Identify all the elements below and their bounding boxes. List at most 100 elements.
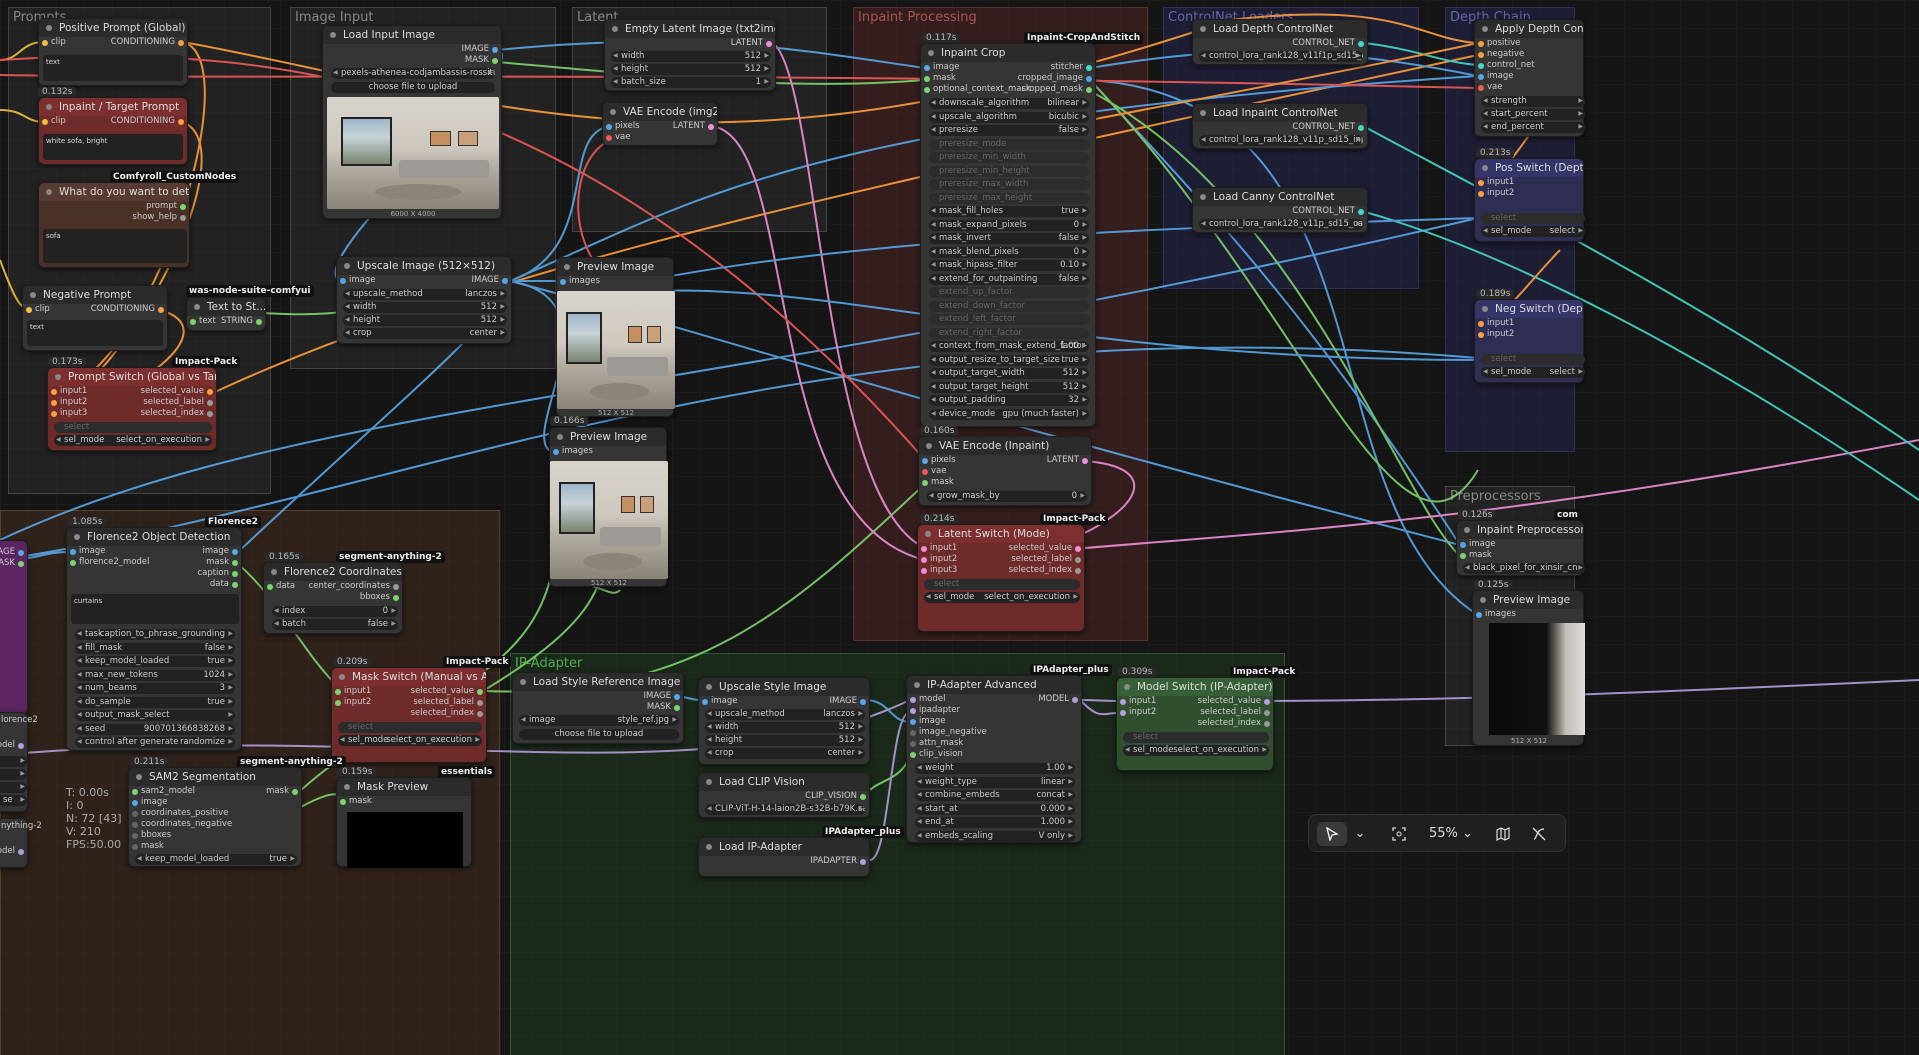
input2-socket[interactable] <box>921 557 927 563</box>
sel-mode-widget[interactable]: sel_mode select <box>1481 367 1585 378</box>
node-upscale-image[interactable]: Upscale Image (512×512) image IMAGE upsca… <box>336 256 512 344</box>
node-neg-switch[interactable]: Neg Switch (Depth) input1 input2 select … <box>1474 299 1585 383</box>
upscale-method-widget[interactable]: upscale_method lanczos <box>705 709 865 720</box>
bboxes-input-socket[interactable] <box>132 833 138 839</box>
stitcher-output-socket[interactable] <box>1086 65 1092 71</box>
input1-socket[interactable] <box>1120 699 1126 705</box>
preprocessor-mode-widget[interactable]: black_pixel_for_xinsir_cn <box>1463 563 1585 574</box>
controlnet-input-socket[interactable] <box>1478 63 1484 69</box>
image-input-socket[interactable] <box>132 800 138 806</box>
coords-negative-socket[interactable] <box>132 822 138 828</box>
image-negative-socket[interactable] <box>910 730 916 736</box>
controlnet-select[interactable]: control_lora_rank128_v11p_sd15_inpaint..… <box>1199 135 1363 146</box>
minimap-button[interactable] <box>1491 822 1515 846</box>
widget-context-from-mask-extend-factor[interactable]: context_from_mask_extend_factor1.00 <box>929 341 1089 352</box>
image-input-socket[interactable] <box>924 65 930 71</box>
selected-label-socket[interactable] <box>207 400 213 406</box>
widget-output-target-height[interactable]: output_target_height 512 <box>929 381 1089 393</box>
node-text-to-string[interactable]: Text to St... text STRING <box>186 297 266 331</box>
widget-num-beams[interactable]: num_beams 3 <box>75 683 235 694</box>
clip-vision-select[interactable]: CLIP-ViT-H-14-laion2B-s32B-b79K.saf... <box>705 804 865 815</box>
selected-label-socket[interactable] <box>1075 557 1081 563</box>
image-file-select[interactable]: pexels-athenea-codjambassis-rossitto ... <box>331 68 495 79</box>
widget-mask-expand-pixels[interactable]: mask_expand_pixels 0 <box>929 219 1089 231</box>
mask-input-socket[interactable] <box>924 76 930 82</box>
input2-socket[interactable] <box>1120 710 1126 716</box>
image-output-socket[interactable] <box>492 47 498 53</box>
width-widget[interactable]: width 512 <box>611 51 771 62</box>
model-output-socket[interactable] <box>18 849 24 855</box>
upscale-method-widget[interactable]: upscale_method lanczos <box>343 289 507 300</box>
node-ipadapter-advanced[interactable]: IP-Adapter Advanced model MODEL ipadapter… <box>906 675 1082 843</box>
ipadapter-input-socket[interactable] <box>910 708 916 714</box>
input1-socket[interactable] <box>1478 321 1484 327</box>
mask-output-socket[interactable] <box>18 561 24 567</box>
widget-preresize-mode[interactable]: preresize_mode <box>929 138 1089 150</box>
batch-size-widget[interactable]: batch_size 1 <box>611 77 771 88</box>
controlnet-output-socket[interactable] <box>1358 209 1364 215</box>
node-load-style-reference[interactable]: Load Style Reference Image IMAGE MASK im… <box>512 672 684 744</box>
batch-widget[interactable]: batch false <box>272 619 398 630</box>
data-input-socket[interactable] <box>267 584 273 590</box>
select-widget[interactable]: select <box>1481 354 1585 365</box>
mask-output-socket[interactable] <box>674 705 680 711</box>
height-widget[interactable]: height 512 <box>611 64 771 75</box>
input1-socket[interactable] <box>921 546 927 552</box>
select-widget[interactable]: select <box>924 579 1080 590</box>
strength-widget[interactable]: strength <box>1481 96 1585 107</box>
images-input-socket[interactable] <box>560 279 566 285</box>
selected-label-socket[interactable] <box>1264 710 1270 716</box>
latent-output-socket[interactable] <box>1082 458 1088 464</box>
node-prompt-switch[interactable]: Prompt Switch (Global vs Target) input1 s… <box>47 367 217 451</box>
clip-input-socket[interactable] <box>42 40 48 46</box>
node-empty-latent[interactable]: Empty Latent Image (txt2img) LATENT widt… <box>604 19 776 91</box>
node-preview-image-2[interactable]: Preview Image images 512 X 512 <box>549 427 668 587</box>
vae-input-socket[interactable] <box>922 469 928 475</box>
node-latent-switch[interactable]: Latent Switch (Mode) input1 selected_valu… <box>917 524 1085 632</box>
node-inpaint-prompt[interactable]: Inpaint / Target Prompt clip CONDITIONING… <box>38 97 188 165</box>
widget-output-mask-select[interactable]: output_mask_select <box>75 710 235 721</box>
conditioning-output-socket[interactable] <box>158 307 164 313</box>
input2-socket[interactable] <box>51 400 57 406</box>
latent-output-socket[interactable] <box>708 124 714 130</box>
tool-dropdown-button[interactable]: ⌄ <box>1351 822 1369 846</box>
input1-socket[interactable] <box>51 389 57 395</box>
input3-socket[interactable] <box>51 411 57 417</box>
input1-socket[interactable] <box>335 689 341 695</box>
widget[interactable] <box>0 756 27 767</box>
ipadapter-output-socket[interactable] <box>860 859 866 865</box>
height-widget[interactable]: height 512 <box>705 735 865 746</box>
node-florence2-coordinates[interactable]: Florence2 Coordinates data center_coordin… <box>263 562 403 634</box>
widget-preresize-max-width[interactable]: preresize_max_width <box>929 179 1089 190</box>
latent-output-socket[interactable] <box>766 41 772 47</box>
widget-mask-fill-holes[interactable]: mask_fill_holes true <box>929 206 1089 217</box>
widget-preresize[interactable]: preresize false <box>929 125 1089 136</box>
positive-input-socket[interactable] <box>1478 41 1484 47</box>
florence2-model-input-socket[interactable] <box>70 560 76 566</box>
widget-extend-right-factor[interactable]: extend_right_factor <box>929 327 1089 339</box>
vae-input-socket[interactable] <box>1478 85 1484 91</box>
node-negative-prompt[interactable]: Negative Prompt clip CONDITIONING text <box>22 285 168 351</box>
widget[interactable] <box>0 782 27 793</box>
image-output-socket[interactable] <box>674 694 680 700</box>
node-load-ipadapter[interactable]: Load IP-Adapter IPADAPTER <box>698 837 870 877</box>
cropped-mask-output-socket[interactable] <box>1086 87 1092 93</box>
pixels-input-socket[interactable] <box>606 124 612 130</box>
widget-output-padding[interactable]: output_padding 32 <box>929 395 1089 406</box>
image-input-socket[interactable] <box>340 278 346 284</box>
node-vae-encode[interactable]: VAE Encode (img2i... pixels LATENT vae <box>602 102 718 146</box>
image-output-socket[interactable] <box>18 550 24 556</box>
selected-value-socket[interactable] <box>207 389 213 395</box>
negative-input-socket[interactable] <box>1478 52 1484 58</box>
model-output-socket[interactable] <box>1072 697 1078 703</box>
widget-preresize-max-height[interactable]: preresize_max_height <box>929 192 1089 204</box>
node-load-clip-vision[interactable]: Load CLIP Vision CLIP_VISION CLIP-ViT-H-… <box>698 772 870 818</box>
clip-vision-output-socket[interactable] <box>860 794 866 800</box>
center-coordinates-socket[interactable] <box>393 584 399 590</box>
clip-input-socket[interactable] <box>26 307 32 313</box>
mask-input-socket[interactable] <box>340 799 346 805</box>
clip-vision-input-socket[interactable] <box>910 752 916 758</box>
fit-view-button[interactable] <box>1387 822 1411 846</box>
image-output-socket[interactable] <box>232 549 238 555</box>
node-pos-switch[interactable]: Pos Switch (Depth) input1 input2 select … <box>1474 158 1585 242</box>
